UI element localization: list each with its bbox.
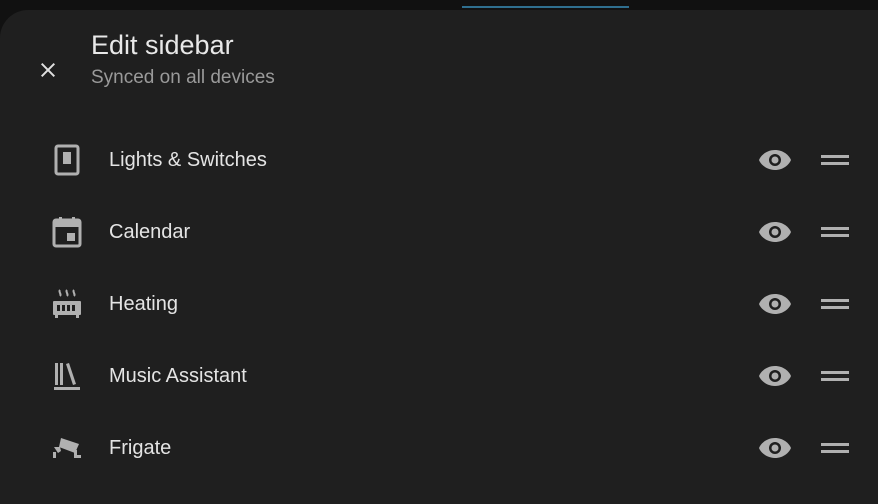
sidebar-item-calendar[interactable]: Calendar — [0, 196, 878, 268]
close-icon — [41, 63, 55, 77]
edit-sidebar-dialog: Edit sidebar Synced on all devices Light… — [0, 10, 878, 504]
visibility-toggle[interactable] — [755, 428, 795, 468]
sidebar-item-lights-switches[interactable]: Lights & Switches — [0, 124, 878, 196]
eye-icon — [759, 150, 791, 170]
drag-handle[interactable] — [815, 428, 855, 468]
sidebar-item-label: Frigate — [109, 437, 172, 459]
close-button[interactable] — [28, 50, 68, 90]
sidebar-item-heating[interactable]: Heating — [0, 268, 878, 340]
drag-handle-icon — [821, 443, 849, 453]
drag-handle[interactable] — [815, 212, 855, 252]
sidebar-item-label: Lights & Switches — [109, 149, 267, 171]
sidebar-item-label: Music Assistant — [109, 365, 247, 387]
eye-icon — [759, 366, 791, 386]
drag-handle-icon — [821, 299, 849, 309]
sidebar-items-list: Lights & Switches Calendar Heating Music… — [0, 124, 878, 484]
drag-handle-icon — [821, 227, 849, 237]
radiator-icon — [49, 286, 85, 322]
calendar-icon — [49, 214, 85, 250]
drag-handle[interactable] — [815, 356, 855, 396]
light-switch-icon — [49, 142, 85, 178]
visibility-toggle[interactable] — [755, 284, 795, 324]
drag-handle-icon — [821, 371, 849, 381]
drag-handle-icon — [821, 155, 849, 165]
eye-icon — [759, 438, 791, 458]
visibility-toggle[interactable] — [755, 140, 795, 180]
drag-handle[interactable] — [815, 140, 855, 180]
bookshelf-icon — [49, 358, 85, 394]
sidebar-item-music-assistant[interactable]: Music Assistant — [0, 340, 878, 412]
active-tab-indicator — [462, 6, 629, 8]
dialog-subtitle: Synced on all devices — [91, 67, 275, 88]
cctv-icon — [49, 430, 85, 466]
sidebar-item-label: Calendar — [109, 221, 191, 243]
visibility-toggle[interactable] — [755, 212, 795, 252]
eye-icon — [759, 222, 791, 242]
visibility-toggle[interactable] — [755, 356, 795, 396]
dialog-title: Edit sidebar — [91, 30, 234, 60]
sidebar-item-label: Heating — [109, 293, 178, 315]
drag-handle[interactable] — [815, 284, 855, 324]
eye-icon — [759, 294, 791, 314]
sidebar-item-frigate[interactable]: Frigate — [0, 412, 878, 484]
